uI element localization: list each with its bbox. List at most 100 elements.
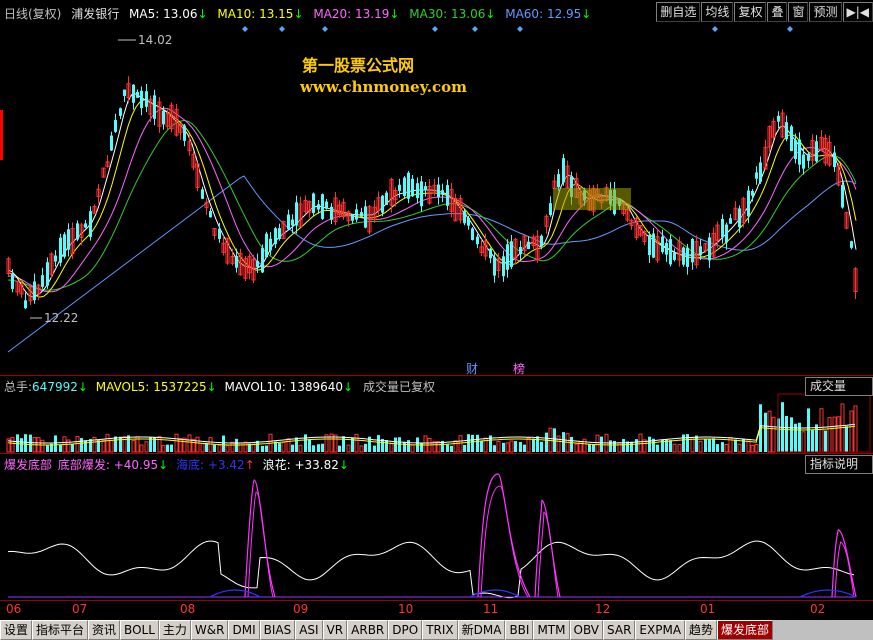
tab-arbr[interactable]: ARBR: [347, 620, 389, 640]
volume-bar: [40, 439, 45, 453]
candle-body: [132, 84, 135, 103]
candle-body: [411, 178, 414, 197]
event-diamond[interactable]: [242, 26, 248, 32]
volume-bar: [281, 441, 286, 453]
volume-bar: [170, 444, 173, 452]
tab-obv[interactable]: OBV: [569, 620, 604, 640]
tab-main-force[interactable]: 主力: [158, 620, 191, 640]
tab-sar[interactable]: SAR: [603, 620, 636, 640]
volume-bar: [222, 435, 225, 452]
volume-bar: [801, 431, 806, 453]
tab-bbi[interactable]: BBI: [505, 620, 534, 640]
tab-indicator-platform[interactable]: 指标平台: [32, 620, 89, 640]
volume-bar: [617, 442, 622, 453]
volume-bar: [122, 435, 127, 453]
candle-body: [725, 224, 728, 243]
volume-bar: [553, 428, 556, 452]
tab-mtm[interactable]: MTM: [533, 620, 570, 640]
candle-body: [269, 238, 272, 251]
candle-body: [183, 125, 186, 141]
volume-bar: [29, 434, 32, 452]
tab-dpo[interactable]: DPO: [388, 620, 423, 640]
volume-bar: [200, 443, 205, 453]
volume-bar: [298, 444, 303, 453]
candle-body: [201, 189, 204, 199]
candle-body: [841, 184, 844, 208]
candle-body: [755, 172, 758, 179]
volume-bar: [373, 445, 376, 452]
volume-bar: [493, 445, 496, 452]
volume-bar: [824, 430, 827, 452]
event-diamond[interactable]: [279, 26, 285, 32]
volume-bar: [463, 444, 466, 452]
volume-bar: [724, 444, 729, 453]
tab-burst-bottom[interactable]: 爆发底部: [717, 620, 774, 640]
volume-bar: [509, 440, 514, 453]
event-diamond[interactable]: [787, 26, 793, 32]
volume-bar: [450, 445, 453, 452]
candle-body: [265, 233, 268, 258]
candle-body: [67, 229, 70, 250]
volume-bar: [505, 442, 510, 453]
tab-news[interactable]: 资讯: [88, 620, 121, 640]
volume-bar: [476, 434, 479, 452]
watermark-title: 第一股票公式网: [302, 56, 415, 75]
volume-bar: [836, 416, 841, 453]
event-diamond[interactable]: [432, 26, 438, 32]
volume-bar: [502, 442, 505, 452]
volume-bar: [595, 434, 600, 453]
tab-wr[interactable]: W&R: [190, 620, 229, 640]
tab-dmi[interactable]: DMI: [228, 620, 260, 640]
volume-bar: [346, 444, 351, 453]
candle-body: [708, 237, 711, 261]
seabed-curve: [799, 589, 857, 598]
volume-bar: [545, 432, 548, 452]
candle-body: [41, 275, 44, 287]
candle-body: [59, 237, 62, 263]
volume-bar: [672, 443, 677, 453]
volume-bar: [10, 437, 15, 453]
burst-spike-inner: [247, 491, 274, 598]
candle-body: [476, 236, 479, 245]
tab-bias[interactable]: BIAS: [259, 620, 296, 640]
candle-body: [691, 239, 694, 263]
volume-bar: [389, 443, 394, 453]
event-diamond[interactable]: [472, 26, 478, 32]
candle-body: [802, 154, 805, 169]
tab-expma[interactable]: EXPMA: [635, 620, 686, 640]
event-diamond[interactable]: [712, 26, 718, 32]
indicator-help-button[interactable]: 指标说明: [805, 455, 873, 474]
tab-new-dma[interactable]: 新DMA: [457, 620, 506, 640]
burst-spike-inner: [480, 485, 529, 598]
candle-body: [785, 122, 788, 140]
volume-bar: [182, 437, 187, 453]
tab-boll[interactable]: BOLL: [120, 620, 159, 640]
candle-body: [153, 95, 156, 119]
seabed-curve: [209, 589, 261, 598]
tab-trend[interactable]: 趋势: [685, 620, 718, 640]
volume-bar: [853, 405, 858, 453]
candle-body: [540, 235, 543, 247]
candle-body: [11, 273, 14, 289]
volume-bar: [686, 434, 689, 452]
event-diamond[interactable]: [517, 26, 523, 32]
tab-trix[interactable]: TRIX: [422, 620, 458, 640]
volume-bar: [243, 441, 248, 453]
volume-bar: [191, 438, 196, 453]
volume-bar: [582, 438, 587, 453]
tab-vr[interactable]: VR: [322, 620, 348, 640]
volume-bar: [166, 444, 169, 452]
volume-bar: [712, 438, 715, 452]
event-diamond[interactable]: [322, 26, 328, 32]
candle-body: [355, 209, 358, 220]
tab-asi[interactable]: ASI: [295, 620, 323, 640]
candle-body: [673, 252, 676, 260]
volume-bar: [217, 444, 222, 453]
indicator-legend: 爆发底部 底部爆发: +40.95↓ 海底: +3.42↑ 浪花: +33.82…: [4, 458, 349, 472]
ma20-path: [7, 107, 857, 293]
candle-body: [441, 190, 444, 195]
candle-body: [437, 184, 440, 198]
volume-indicator-button[interactable]: 成交量: [805, 377, 873, 396]
tab-settings[interactable]: 设置: [0, 620, 33, 640]
volume-bar: [59, 444, 62, 452]
